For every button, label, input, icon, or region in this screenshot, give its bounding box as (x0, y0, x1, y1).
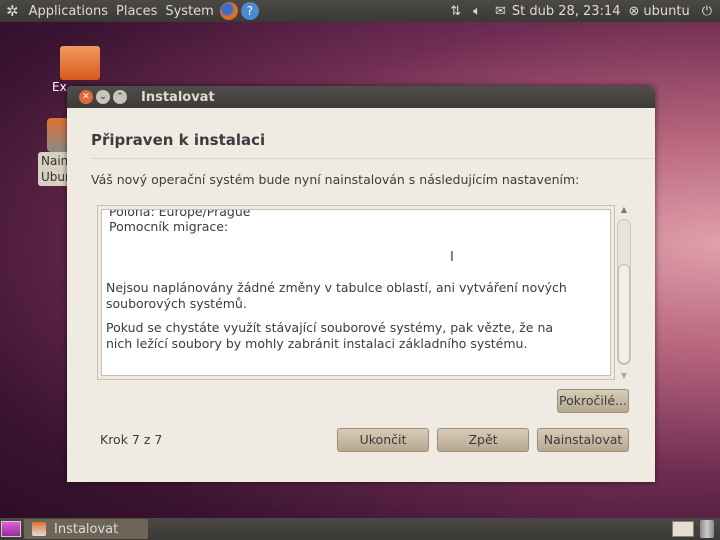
divider (91, 158, 655, 159)
folder-icon (60, 46, 100, 80)
minimize-icon[interactable]: ⌄ (96, 90, 110, 104)
page-heading: Připraven k instalaci (91, 131, 266, 149)
scrollbar-thumb[interactable] (618, 264, 630, 364)
filesystem-warning: Pokud se chystáte využít stávající soubo… (106, 320, 554, 351)
install-button[interactable]: Nainstalovat (537, 428, 629, 452)
advanced-button[interactable]: Pokročilé... (557, 389, 629, 413)
show-desktop-icon[interactable] (1, 521, 21, 537)
trash-icon[interactable] (700, 520, 714, 538)
menu-system[interactable]: System (161, 4, 217, 19)
summary-line: Pomocník migrace: (109, 219, 229, 234)
firefox-icon[interactable] (219, 2, 238, 20)
menu-applications[interactable]: Applications (25, 4, 112, 19)
partition-note: Nejsou naplánovány žádné změny v tabulce… (106, 280, 567, 311)
mail-icon[interactable]: ✉ (495, 4, 506, 19)
back-button[interactable]: Zpět (437, 428, 529, 452)
user-status-icon: ⊗ (628, 3, 640, 19)
close-icon[interactable]: ✕ (79, 90, 93, 104)
text-cursor-icon: I (450, 250, 454, 265)
maximize-icon[interactable]: ⌃ (113, 90, 127, 104)
top-panel: ✲ Applications Places System ? ⇅ 🔈︎ ✉ St… (0, 0, 720, 22)
network-icon[interactable]: ⇅ (450, 4, 461, 19)
summary-textview[interactable]: Polohа: Europe/Prague Pomocník migrace: … (101, 209, 611, 376)
installer-dialog: ✕ ⌄ ⌃ Instalovat Připraven k instalaci V… (67, 86, 655, 482)
taskbar-window-instalovat[interactable]: Instalovat (24, 519, 148, 539)
scrollbar[interactable]: ▲ ▼ (616, 205, 632, 380)
user-name[interactable]: ubuntu (643, 4, 689, 19)
volume-icon[interactable]: 🔈︎ (473, 4, 481, 19)
ubuntu-logo-icon[interactable]: ✲ (6, 2, 19, 20)
power-icon[interactable]: ⏻ (702, 4, 712, 19)
summary-frame: Polohа: Europe/Prague Pomocník migrace: … (97, 205, 615, 380)
clock[interactable]: St dub 28, 23:14 (512, 4, 621, 19)
step-indicator: Krok 7 z 7 (100, 432, 163, 447)
intro-text: Váš nový operační systém bude nyní nains… (91, 172, 580, 187)
installer-icon (32, 522, 46, 536)
installer-icon (47, 118, 69, 152)
quit-button[interactable]: Ukončit (337, 428, 429, 452)
menu-places[interactable]: Places (112, 4, 161, 19)
scroll-down-arrow-icon[interactable]: ▼ (616, 371, 632, 380)
title-bar[interactable]: ✕ ⌄ ⌃ Instalovat (67, 86, 655, 108)
workspace-switcher[interactable] (672, 521, 694, 537)
bottom-panel: Instalovat (0, 518, 720, 540)
help-icon[interactable]: ? (240, 2, 259, 20)
scrollbar-trough[interactable] (617, 219, 631, 365)
scroll-up-arrow-icon[interactable]: ▲ (616, 205, 632, 214)
window-title: Instalovat (141, 89, 215, 105)
